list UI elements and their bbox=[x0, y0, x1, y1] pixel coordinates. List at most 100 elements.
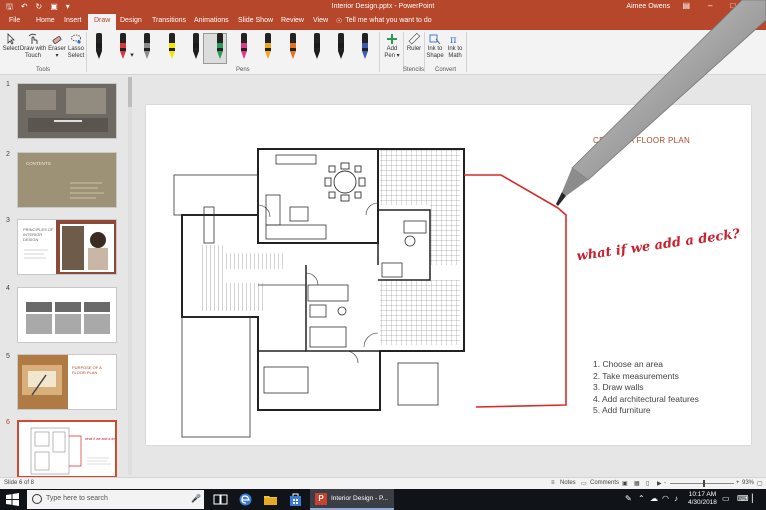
thumbnails-scrollbar[interactable] bbox=[128, 77, 132, 475]
edge-browser-icon[interactable] bbox=[238, 492, 253, 507]
thumbnail-floorplan-icon: what if we add a deck? bbox=[30, 427, 115, 475]
pen-4[interactable] bbox=[167, 33, 177, 61]
normal-view-icon[interactable]: ▣ bbox=[622, 480, 628, 487]
windows-taskbar: Type here to search 🎤 P Interior Design … bbox=[0, 489, 766, 510]
powerpoint-icon: P bbox=[315, 493, 327, 505]
pen-tip-icon bbox=[362, 51, 369, 59]
pen-11[interactable] bbox=[336, 33, 346, 61]
pen-5[interactable] bbox=[191, 33, 201, 61]
pen-1[interactable] bbox=[94, 33, 104, 61]
select-button[interactable]: Select bbox=[2, 33, 20, 53]
step-item: 2. Take measurements bbox=[593, 370, 679, 381]
ink-to-math-button[interactable]: π Ink to Math bbox=[445, 33, 465, 60]
volume-icon[interactable]: ♪ bbox=[674, 494, 678, 503]
draw-with-touch-button[interactable]: Draw with Touch bbox=[19, 33, 47, 60]
search-placeholder: Type here to search bbox=[46, 495, 108, 502]
ribbon-draw: Select Draw with Touch Eraser ▾ Lasso Se… bbox=[0, 30, 766, 75]
slide-title[interactable]: CREATE A FLOOR PLAN bbox=[593, 136, 690, 145]
show-hidden-icons-icon[interactable]: ⌃ bbox=[638, 494, 645, 503]
pen-9[interactable] bbox=[288, 33, 298, 61]
pen-options-dropdown-icon[interactable]: ▾ bbox=[130, 51, 134, 59]
ruler-button[interactable]: Ruler bbox=[405, 33, 423, 53]
pen-barrel-icon bbox=[192, 33, 199, 51]
tab-transitions[interactable]: Transitions bbox=[152, 17, 186, 24]
lasso-select-button[interactable]: Lasso Select bbox=[66, 33, 86, 60]
step-item: 1. Choose an area bbox=[593, 359, 663, 369]
fit-slide-icon[interactable]: ▢ bbox=[757, 480, 763, 487]
add-pen-button[interactable]: Add Pen ▾ bbox=[382, 33, 402, 60]
pen-color-swatch bbox=[289, 43, 296, 48]
pen-10[interactable] bbox=[312, 33, 322, 61]
slide-thumbnail-2[interactable]: CONTENTS bbox=[17, 152, 117, 208]
add-pen-dropdown-icon[interactable]: ▾ bbox=[397, 53, 400, 59]
network-icon[interactable]: ◠ bbox=[662, 494, 669, 503]
maximize-icon[interactable]: □ bbox=[730, 1, 735, 10]
eraser-button[interactable]: Eraser ▾ bbox=[48, 33, 66, 60]
onedrive-icon[interactable]: ☁ bbox=[650, 494, 658, 503]
tab-animations[interactable]: Animations bbox=[194, 17, 229, 24]
task-view-icon[interactable] bbox=[213, 492, 228, 507]
slide-thumbnail-4[interactable] bbox=[17, 287, 117, 343]
slide-thumbnail-6[interactable]: what if we add a deck? bbox=[17, 420, 117, 478]
tell-me-input[interactable]: Tell me what you want to do bbox=[345, 17, 431, 25]
ink-to-shape-button[interactable]: Ink to Shape bbox=[425, 33, 445, 60]
slide-canvas[interactable]: CREATE A FLOOR PLAN what if we add a dec… bbox=[146, 105, 751, 445]
pen-3[interactable] bbox=[142, 33, 152, 61]
pen-2[interactable]: ▾ bbox=[118, 33, 134, 61]
minimize-icon[interactable]: ‒ bbox=[708, 1, 712, 10]
steps-list[interactable]: 1. Choose an area 2. Take measurements 3… bbox=[593, 359, 699, 417]
slide-thumbnail-5[interactable]: PURPOSE OF A FLOOR PLAN bbox=[17, 354, 117, 410]
taskbar-clock[interactable]: 10:17 AM 4/30/2018 bbox=[688, 491, 717, 507]
slide-thumbnail-1[interactable] bbox=[17, 83, 117, 139]
eraser-icon bbox=[52, 36, 62, 44]
keyboard-icon[interactable]: ⌨ bbox=[737, 494, 749, 503]
tab-review[interactable]: Review bbox=[281, 17, 304, 24]
zoom-level[interactable]: 93% bbox=[742, 480, 754, 486]
pen-barrel-icon bbox=[313, 33, 320, 51]
zoom-out-button[interactable]: - bbox=[664, 480, 666, 486]
action-center-icon[interactable]: ▭ bbox=[722, 494, 730, 503]
comments-button[interactable]: Comments bbox=[590, 480, 619, 486]
bathroom-fixtures bbox=[307, 284, 349, 348]
door-swings bbox=[257, 202, 379, 364]
pen-12[interactable] bbox=[360, 33, 370, 61]
zoom-in-button[interactable]: + bbox=[736, 480, 740, 486]
file-explorer-icon[interactable] bbox=[263, 492, 278, 507]
slide-thumbnail-3[interactable]: PRINCIPLES OF INTERIOR DESIGN bbox=[17, 219, 117, 275]
taskbar-powerpoint-button[interactable]: P Interior Design - P... bbox=[310, 489, 394, 510]
tab-design[interactable]: Design bbox=[120, 17, 142, 24]
slideshow-view-icon[interactable]: ▶ bbox=[657, 480, 662, 487]
pen-6[interactable] bbox=[215, 33, 225, 61]
tab-view[interactable]: View bbox=[313, 17, 328, 24]
tab-draw[interactable]: Draw bbox=[88, 14, 117, 30]
tab-slide-show[interactable]: Slide Show bbox=[238, 17, 273, 24]
pen-8[interactable] bbox=[263, 33, 273, 61]
notes-button[interactable]: Notes bbox=[560, 480, 576, 486]
close-icon[interactable]: ✕ bbox=[753, 1, 760, 10]
tell-me-box[interactable]: ☉ Tell me what you want to do bbox=[336, 17, 432, 25]
microphone-icon[interactable]: 🎤 bbox=[191, 494, 201, 503]
user-name[interactable]: Aimee Owens bbox=[626, 3, 670, 10]
comments-icon[interactable]: ▭ bbox=[581, 480, 587, 487]
pen-7[interactable] bbox=[239, 33, 249, 61]
scrollbar-thumb[interactable] bbox=[128, 77, 132, 107]
zoom-slider-track[interactable] bbox=[670, 483, 734, 484]
pen-workspace-icon[interactable]: ✎ bbox=[625, 494, 632, 503]
eraser-dropdown-icon[interactable]: ▾ bbox=[55, 53, 58, 59]
ribbon-display-options-icon[interactable]: ▤ bbox=[682, 1, 690, 10]
slide-sorter-icon[interactable]: ▦ bbox=[634, 480, 640, 487]
notes-icon[interactable]: ≡ bbox=[551, 480, 555, 486]
store-icon[interactable] bbox=[288, 492, 303, 507]
tab-home[interactable]: Home bbox=[36, 17, 55, 24]
show-desktop-icon[interactable]: ▏ bbox=[752, 494, 758, 503]
taskbar-search-box[interactable]: Type here to search 🎤 bbox=[27, 490, 204, 509]
add-pen-label-1: Add bbox=[386, 46, 398, 52]
tab-file[interactable]: File bbox=[9, 17, 20, 24]
windows-start-icon[interactable] bbox=[6, 493, 19, 506]
zoom-slider-knob[interactable] bbox=[703, 480, 705, 487]
reading-view-icon[interactable]: ▯ bbox=[646, 480, 649, 487]
thumbnail-photo-icon bbox=[18, 355, 68, 409]
stencils-group-label: Stencils bbox=[403, 67, 425, 73]
group-separator bbox=[379, 32, 380, 72]
tab-insert[interactable]: Insert bbox=[64, 17, 82, 24]
